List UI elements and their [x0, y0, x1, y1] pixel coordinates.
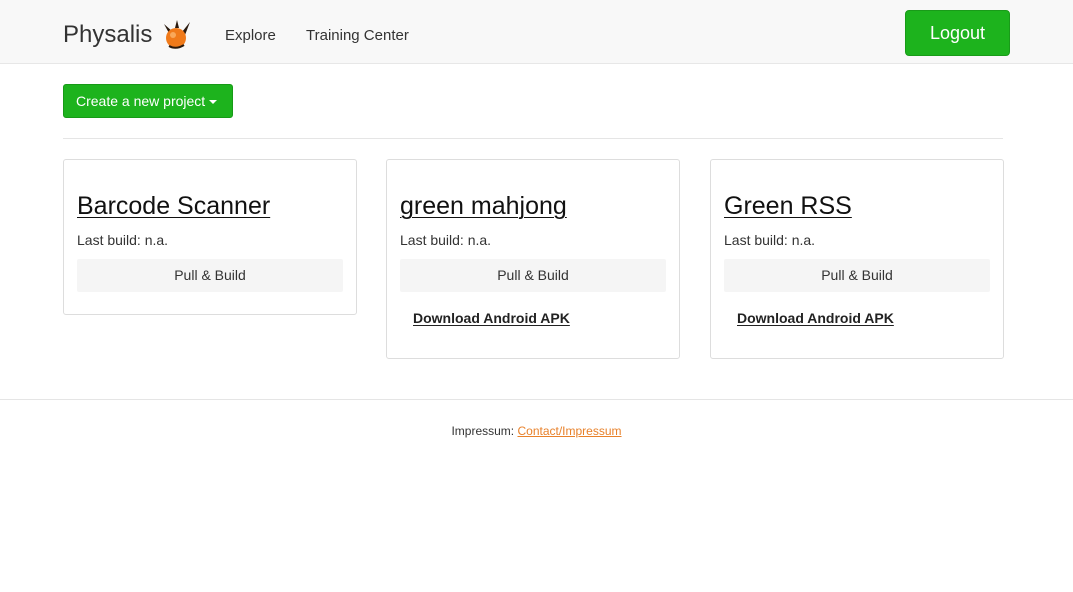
pull-build-button[interactable]: Pull & Build	[77, 259, 343, 292]
project-title-link[interactable]: green mahjong	[400, 191, 567, 221]
create-project-button[interactable]: Create a new project	[63, 84, 233, 118]
project-card: Green RSS Last build: n.a. Pull & Build …	[710, 159, 1004, 359]
logout-button[interactable]: Logout	[905, 10, 1010, 56]
project-title-link[interactable]: Barcode Scanner	[77, 191, 270, 221]
impressum-link[interactable]: Contact/Impressum	[517, 424, 621, 438]
nav-explore[interactable]: Explore	[225, 26, 276, 46]
pull-build-button[interactable]: Pull & Build	[724, 259, 990, 292]
pull-build-button[interactable]: Pull & Build	[400, 259, 666, 292]
footer-label: Impressum:	[451, 424, 515, 438]
last-build-text: Last build: n.a.	[400, 232, 492, 248]
project-card: green mahjong Last build: n.a. Pull & Bu…	[386, 159, 680, 359]
caret-down-icon	[209, 100, 218, 105]
download-apk-link[interactable]: Download Android APK	[413, 309, 570, 327]
brand-link[interactable]: Physalis	[63, 19, 194, 51]
footer: Impressum: Contact/Impressum	[0, 423, 1073, 439]
last-build-text: Last build: n.a.	[724, 232, 816, 248]
content-divider	[63, 138, 1003, 139]
project-title-link[interactable]: Green RSS	[724, 191, 852, 221]
create-project-label: Create a new project	[76, 93, 206, 109]
brand-name: Physalis	[63, 21, 153, 48]
last-build-text: Last build: n.a.	[77, 232, 169, 248]
project-card: Barcode Scanner Last build: n.a. Pull & …	[63, 159, 357, 315]
nav-training-center[interactable]: Training Center	[306, 26, 409, 46]
top-navbar: Physalis Explore Training Center Logout	[0, 0, 1073, 64]
download-apk-link[interactable]: Download Android APK	[737, 309, 894, 327]
physalis-fruit-icon	[160, 18, 194, 52]
footer-divider	[0, 399, 1073, 400]
